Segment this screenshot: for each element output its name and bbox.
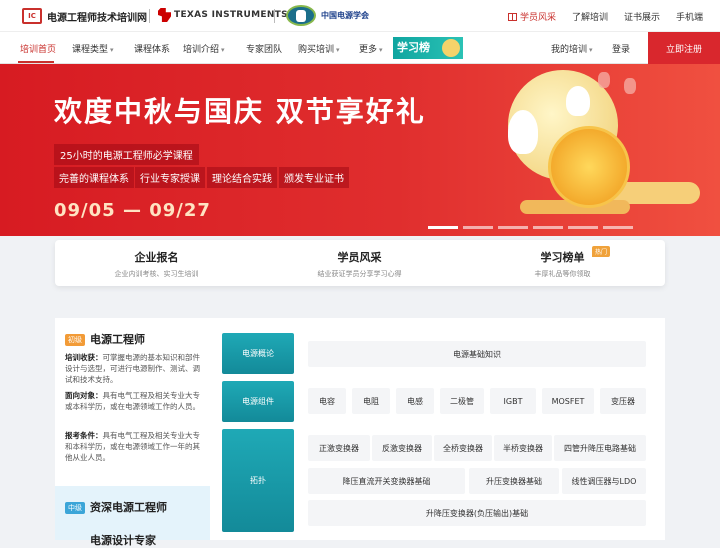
- nav-item-more[interactable]: 更多 ▾: [359, 42, 383, 55]
- course-chip[interactable]: 电容: [308, 388, 346, 414]
- nav-item-course-system[interactable]: 课程体系: [134, 42, 170, 55]
- divider: [149, 9, 150, 23]
- nav-item-my-training[interactable]: 我的培训 ▾: [551, 42, 593, 55]
- ti-logo-icon: [158, 8, 171, 22]
- level-goal: 培训收获：可掌握电源的基本知识和部件设计与选型，可进行电源制作、测试、调试和技术…: [65, 353, 200, 384]
- course-chip[interactable]: 全桥变换器: [434, 435, 492, 461]
- ti-logo-text: TEXAS INSTRUMENTS: [174, 10, 288, 20]
- banner-subtitle: 25小时的电源工程师必学课程: [54, 144, 199, 165]
- course-chip[interactable]: 四管升降压电路基础: [554, 435, 646, 461]
- course-category-panel: 电源概论 电源基础知识 电源组件 电容 电阻 电感 二极管 IGBT MOSFE…: [210, 318, 665, 540]
- level-title-next[interactable]: 电源设计专家: [90, 532, 156, 548]
- banner-title: 欢度中秋与国庆 双节享好礼: [54, 95, 426, 128]
- rabbit-illustration: [566, 86, 590, 116]
- carousel-indicator[interactable]: [533, 226, 563, 229]
- quick-links-card: 企业报名 企业内训考核、实习生培训 学员风采 结业获证学员分享学习心得 学习榜单…: [55, 240, 665, 286]
- level-requirement: 报考条件：具有电气工程及相关专业大专和本科学历，或在电源领域工作一年的其他从业人…: [65, 431, 200, 462]
- course-chip[interactable]: IGBT: [490, 388, 536, 414]
- divider: [274, 9, 275, 23]
- course-chip[interactable]: 二极管: [440, 388, 484, 414]
- hot-badge: 热门: [592, 246, 611, 257]
- gift-icon: [508, 13, 517, 21]
- mooncake-illustration: [548, 126, 630, 208]
- quick-link-desc: 结业获证学员分享学习心得: [317, 270, 402, 278]
- course-chip[interactable]: 变压器: [600, 388, 646, 414]
- quick-link-title: 学员风采: [337, 251, 382, 264]
- chevron-down-icon: ▾: [221, 46, 225, 54]
- quick-link-desc: 企业内训考核、实习生培训: [114, 270, 199, 278]
- carousel-indicator[interactable]: [463, 226, 493, 229]
- course-chip[interactable]: 电阻: [352, 388, 390, 414]
- cps-logo-icon: [286, 5, 316, 26]
- carousel-indicator[interactable]: [603, 226, 633, 229]
- top-bar: IC 电源工程师技术培训网 TEXAS INSTRUMENTS 中国电源学会 学…: [0, 0, 720, 32]
- level-audience: 面向对象：具有电气工程及相关专业大专或本科学历，或在电源领域工作的人员。: [65, 391, 200, 411]
- rabbit-illustration: [508, 110, 538, 154]
- quick-link-leaderboard[interactable]: 学习榜单 丰厚礼品等你领取 热门: [461, 240, 664, 286]
- nav-item-training-intro[interactable]: 培训介绍 ▾: [183, 42, 225, 55]
- course-chip[interactable]: 线性调压器与LDO: [562, 468, 646, 494]
- quick-link-title: 企业报名: [134, 251, 179, 264]
- chevron-down-icon: ▾: [336, 46, 340, 54]
- cps-logo-text: 中国电源学会: [321, 11, 369, 20]
- banner-date: 09/05 — 09/27: [54, 200, 211, 221]
- lantern-icon: [598, 72, 610, 88]
- course-chip[interactable]: 电源基础知识: [308, 341, 646, 367]
- course-chip[interactable]: 半桥变换器: [494, 435, 552, 461]
- course-chip[interactable]: 升压变换器基础: [469, 468, 559, 494]
- level-title-mid[interactable]: 资深电源工程师: [90, 499, 167, 515]
- banner-tag: 颁发专业证书: [279, 167, 349, 188]
- quick-link-students[interactable]: 学员风采 结业获证学员分享学习心得: [258, 240, 461, 286]
- banner-tag: 理论结合实践: [207, 167, 277, 188]
- quick-link-title: 学习榜单: [540, 251, 585, 264]
- site-name[interactable]: 电源工程师技术培训网: [47, 9, 147, 24]
- category-overview[interactable]: 电源概论: [222, 333, 294, 374]
- site-logo-text: IC: [28, 12, 36, 20]
- site-logo-icon[interactable]: IC: [22, 8, 42, 24]
- top-link-student-style[interactable]: 学员风采: [508, 10, 556, 23]
- quick-link-desc: 丰厚礼品等你领取: [534, 270, 591, 278]
- nav-item-course-types[interactable]: 课程类型 ▾: [72, 42, 114, 55]
- chevron-down-icon: ▾: [379, 46, 383, 54]
- nav-active-indicator: [18, 61, 54, 63]
- category-topology[interactable]: 拓扑: [222, 429, 294, 532]
- level-title-junior[interactable]: 电源工程师: [90, 331, 145, 347]
- carousel-indicator[interactable]: [428, 226, 458, 229]
- banner-tag: 行业专家授课: [135, 167, 205, 188]
- study-ranking-badge[interactable]: 学习榜: [393, 37, 463, 59]
- course-chip[interactable]: MOSFET: [542, 388, 594, 414]
- login-link[interactable]: 登录: [612, 42, 630, 55]
- level-tag-mid: 中级: [65, 502, 85, 514]
- chevron-down-icon: ▾: [110, 46, 114, 54]
- nav-item-buy-training[interactable]: 购买培训 ▾: [298, 42, 340, 55]
- lantern-icon: [624, 78, 636, 94]
- nav-item-expert-team[interactable]: 专家团队: [246, 42, 282, 55]
- main-nav: 培训首页 课程类型 ▾ 课程体系 培训介绍 ▾ 专家团队 购买培训 ▾ 更多 ▾ 我的培…: [0, 32, 720, 64]
- level-tag-junior: 初级: [65, 334, 85, 346]
- course-chip[interactable]: 降压直流开关变换器基础: [308, 468, 465, 494]
- course-chip[interactable]: 正激变换器: [308, 435, 370, 461]
- coin-icon: [442, 39, 460, 57]
- quick-link-enterprise[interactable]: 企业报名 企业内训考核、实习生培训: [55, 240, 258, 286]
- level-panel: 初级 电源工程师 培训收获：可掌握电源的基本知识和部件设计与选型，可进行电源制作…: [55, 318, 210, 547]
- top-link-certificates[interactable]: 证书展示: [624, 10, 660, 23]
- register-button[interactable]: 立即注册: [648, 32, 720, 64]
- carousel-indicator[interactable]: [498, 226, 528, 229]
- course-chip[interactable]: 电感: [396, 388, 434, 414]
- promo-banner[interactable]: 欢度中秋与国庆 双节享好礼 25小时的电源工程师必学课程 完善的课程体系 行业专…: [0, 64, 720, 236]
- course-chip[interactable]: 反激变换器: [372, 435, 432, 461]
- category-components[interactable]: 电源组件: [222, 381, 294, 422]
- carousel-indicator[interactable]: [568, 226, 598, 229]
- course-chip[interactable]: 升降压变换器(负压输出)基础: [308, 500, 646, 526]
- top-link-mobile[interactable]: 手机端: [676, 10, 703, 23]
- banner-tag: 完善的课程体系: [54, 167, 134, 188]
- chevron-down-icon: ▾: [589, 46, 593, 54]
- top-link-about-training[interactable]: 了解培训: [572, 10, 608, 23]
- nav-item-home[interactable]: 培训首页: [20, 42, 56, 55]
